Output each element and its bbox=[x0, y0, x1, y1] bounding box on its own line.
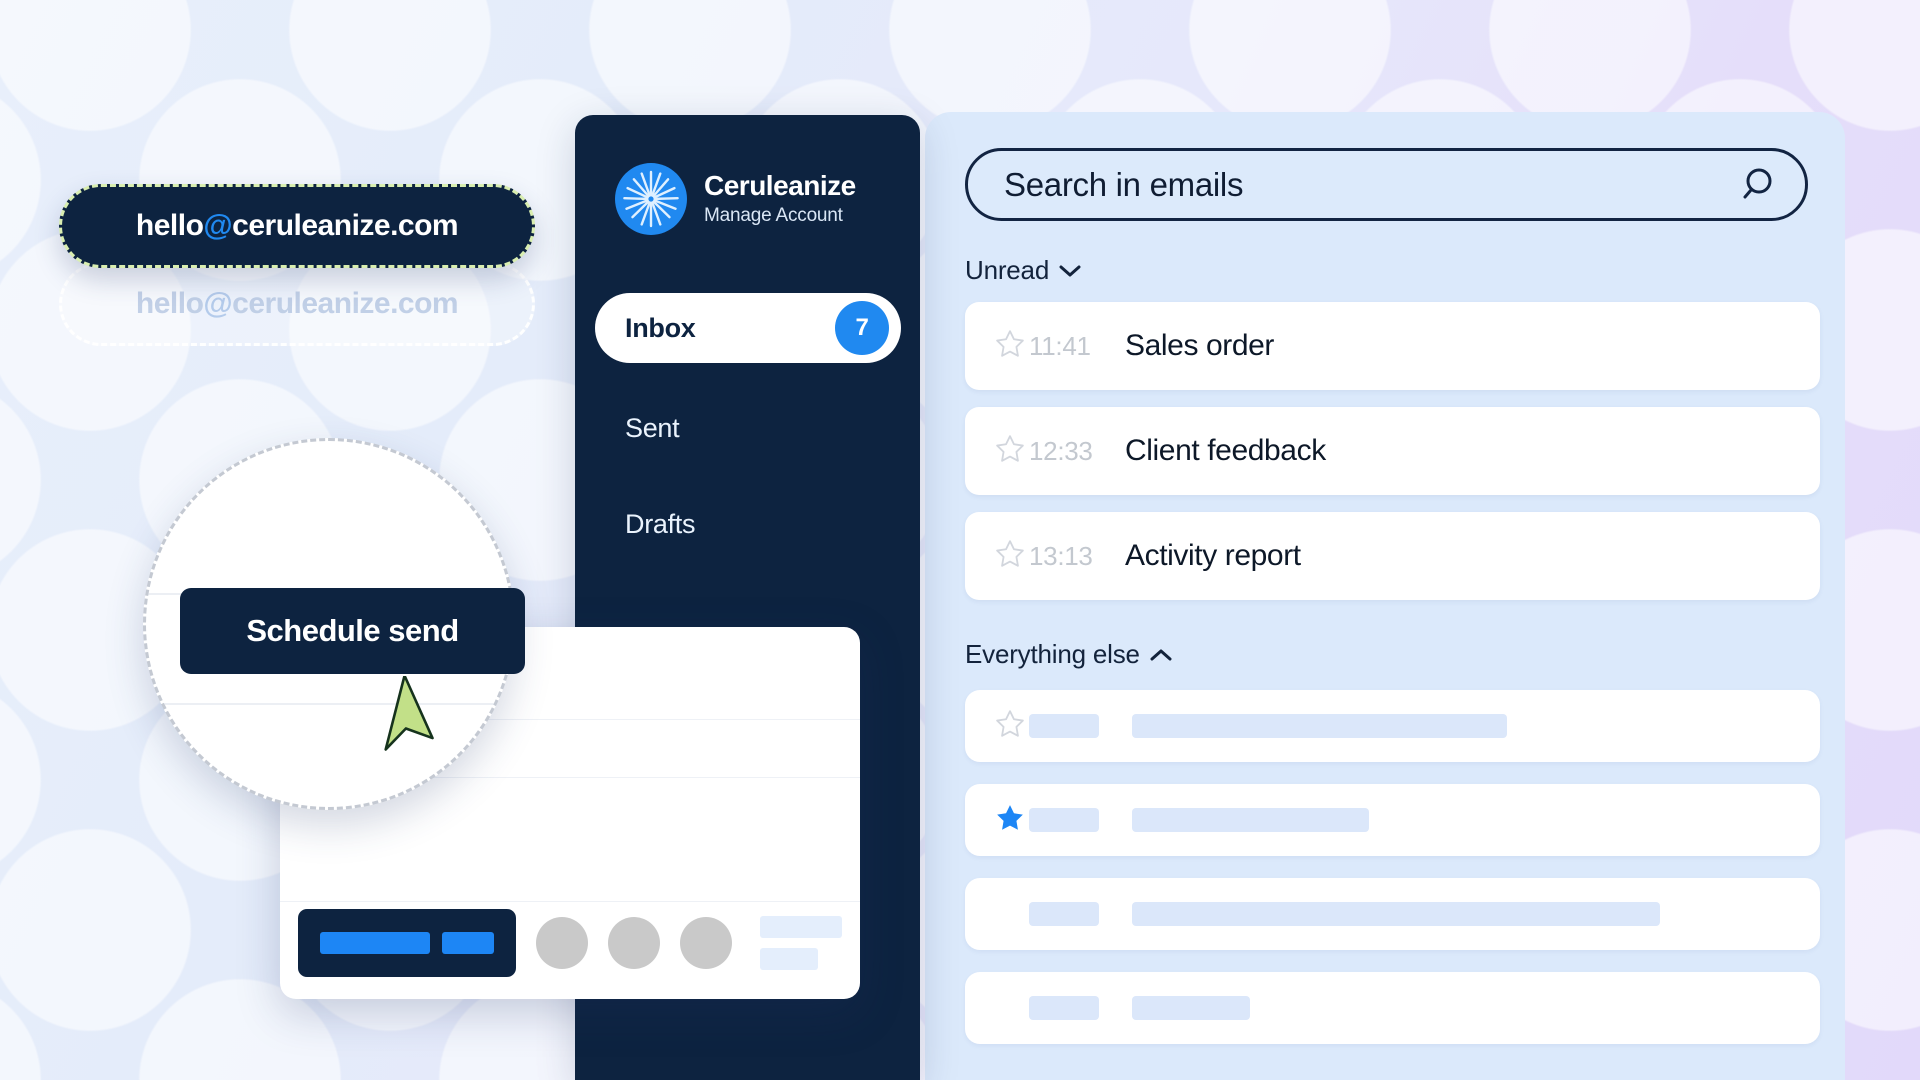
schedule-send-label: Schedule send bbox=[246, 613, 459, 648]
mail-row[interactable]: 11:41 Sales order bbox=[965, 302, 1820, 390]
placeholder-bar bbox=[1132, 714, 1507, 738]
email-chip-drop-target: hello@ceruleanize.com bbox=[59, 262, 535, 346]
placeholder-badge bbox=[1029, 902, 1099, 926]
section-title-everything-else: Everything else bbox=[965, 639, 1140, 669]
sidebar-item-drafts[interactable]: Drafts bbox=[595, 489, 901, 559]
screenshot-scene: Search in emails Unread 11:41 Sales order… bbox=[0, 0, 1920, 1080]
search-icon[interactable] bbox=[1735, 163, 1779, 207]
section-title-unread: Unread bbox=[965, 255, 1050, 285]
send-button-bar bbox=[320, 932, 430, 954]
list-item[interactable] bbox=[965, 784, 1820, 856]
mail-subject: Client feedback bbox=[1125, 434, 1326, 467]
sidebar-item-inbox[interactable]: Inbox 7 bbox=[595, 293, 901, 363]
at-symbol: @ bbox=[203, 209, 233, 242]
list-item[interactable] bbox=[965, 690, 1820, 762]
mail-row[interactable]: 13:13 Activity report bbox=[965, 512, 1820, 600]
star-outline-icon[interactable] bbox=[995, 709, 1029, 744]
starburst-icon bbox=[615, 163, 687, 235]
star-outline-icon[interactable] bbox=[995, 539, 1029, 574]
compose-toolbar bbox=[298, 909, 842, 977]
list-item[interactable] bbox=[965, 878, 1820, 950]
everything-else-list bbox=[965, 690, 1820, 1066]
list-item[interactable] bbox=[965, 972, 1820, 1044]
avatar[interactable] bbox=[680, 917, 732, 969]
placeholder-bar bbox=[1132, 808, 1369, 832]
chevron-up-icon[interactable] bbox=[1150, 648, 1172, 662]
placeholder-badge bbox=[1029, 808, 1099, 832]
unread-mail-list: 11:41 Sales order 12:33 Client feedback 13:1… bbox=[965, 302, 1820, 617]
placeholder-badge bbox=[1029, 996, 1099, 1020]
section-header-unread[interactable]: Unread bbox=[965, 255, 1081, 286]
sidebar-item-label-inbox: Inbox bbox=[625, 312, 696, 343]
mail-time: 13:13 bbox=[1029, 540, 1093, 571]
section-header-everything-else[interactable]: Everything else bbox=[965, 639, 1172, 670]
send-options-bar bbox=[442, 932, 494, 954]
mail-time: 11:41 bbox=[1029, 330, 1091, 361]
compose-meta-placeholder bbox=[760, 916, 842, 970]
placeholder-bar bbox=[1132, 996, 1250, 1020]
placeholder-bar bbox=[1132, 902, 1660, 926]
search-placeholder: Search in emails bbox=[1004, 165, 1244, 203]
meta-bar bbox=[760, 916, 842, 938]
email-chip-ghost-label: hello@ceruleanize.com bbox=[135, 287, 459, 320]
meta-bar bbox=[760, 948, 818, 970]
star-filled-icon[interactable] bbox=[995, 803, 1029, 838]
send-button[interactable] bbox=[298, 909, 516, 977]
email-chip-label: hello@ceruleanize.com bbox=[135, 209, 459, 242]
compose-divider bbox=[280, 901, 860, 902]
star-outline-icon[interactable] bbox=[995, 329, 1029, 364]
brand-block: Ceruleanize Manage Account bbox=[615, 163, 856, 235]
mail-panel: Search in emails Unread 11:41 Sales order… bbox=[925, 112, 1845, 1080]
search-input[interactable]: Search in emails bbox=[965, 148, 1808, 221]
avatar[interactable] bbox=[608, 917, 660, 969]
star-outline-icon[interactable] bbox=[995, 434, 1029, 469]
chevron-down-icon[interactable] bbox=[1059, 264, 1081, 278]
email-chip-dragged[interactable]: hello@ceruleanize.com bbox=[59, 184, 535, 268]
sidebar-item-sent[interactable]: Sent bbox=[595, 393, 901, 463]
inbox-unread-badge: 7 bbox=[835, 301, 889, 355]
schedule-send-tooltip[interactable]: Schedule send bbox=[180, 588, 525, 674]
mail-time: 12:33 bbox=[1029, 435, 1093, 466]
brand-name: Ceruleanize bbox=[704, 170, 856, 202]
brand-subtitle: Manage Account bbox=[704, 204, 843, 226]
mail-subject: Sales order bbox=[1125, 329, 1275, 362]
mail-row[interactable]: 12:33 Client feedback bbox=[965, 407, 1820, 495]
magnified-divider bbox=[146, 703, 512, 705]
avatar[interactable] bbox=[536, 917, 588, 969]
sidebar-item-label-drafts: Drafts bbox=[625, 508, 696, 539]
placeholder-badge bbox=[1029, 714, 1099, 738]
sidebar-item-label-sent: Sent bbox=[625, 412, 680, 443]
cursor-arrow-icon bbox=[378, 674, 454, 767]
mail-subject: Activity report bbox=[1125, 539, 1301, 572]
